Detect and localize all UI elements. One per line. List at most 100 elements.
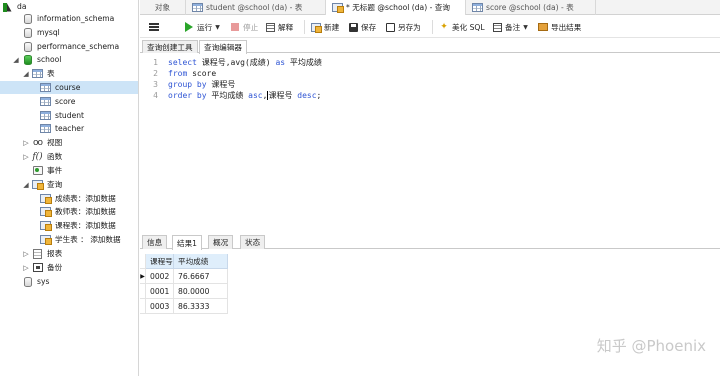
tab-label: 概况 [213,238,229,247]
line-number: 3 [153,80,158,89]
table-cell[interactable]: 0002 [146,269,174,284]
database-icon [22,27,33,38]
tab-label: 对象 [154,3,171,12]
tab-student-table[interactable]: student @school (da) - 表 [186,0,326,15]
tree-events-folder[interactable]: 事件 [0,164,138,177]
tree-query-item[interactable]: 教师表：添加数据 [0,205,138,218]
tree-tables-folder[interactable]: ◢ 表 [0,67,138,80]
tree-label: score [55,97,76,106]
tree-reports-folder[interactable]: ▷ 报表 [0,247,138,260]
table-row[interactable]: ▶ 0002 76.6667 [140,269,228,284]
sparkle-icon: ✦ [440,22,448,32]
tab-label: * 无标题 @school (da) - 查询 [346,3,450,12]
sql-editor[interactable]: 1 select 课程号,avg(成绩) as 平均成绩 2 from score 3 g… [140,54,720,232]
tree-label: course [55,83,81,92]
tab-query-builder[interactable]: 查询创建工具 [142,40,198,53]
tree-db-information-schema[interactable]: information_schema [0,12,138,25]
code-line[interactable]: 3 group by 课程号 [140,79,720,90]
tree-db-performance-schema[interactable]: performance_schema [0,40,138,53]
sql-keyword: desc [297,91,317,100]
table-cell[interactable]: 0003 [146,299,174,314]
column-header[interactable]: 平均成绩 [174,254,228,269]
tree-db-school[interactable]: ◢ school [0,53,138,66]
tab-status[interactable]: 状态 [240,235,266,249]
tree-label: 视图 [47,138,63,147]
database-open-icon [22,54,33,65]
collapsed-arrow-icon[interactable]: ▷ [22,250,30,258]
tree-label: 查询 [47,180,63,189]
tree-label: 学生表 ： 添加数据 [55,235,121,244]
beautify-label: 美化 SQL [452,22,485,32]
tree-query-item[interactable]: 学生表 ： 添加数据 [0,233,138,246]
tab-score-table[interactable]: score @school (da) - 表 [466,0,596,15]
new-button[interactable]: 新建 [311,16,339,38]
expand-arrow-icon[interactable]: ◢ [22,70,30,78]
run-button[interactable]: 运行 ▼ [184,16,220,38]
tab-query-editor[interactable]: 查询编辑器 [199,40,247,54]
table-cell[interactable]: 0001 [146,284,174,299]
expand-arrow-icon[interactable]: ◢ [12,56,20,64]
new-query-icon [311,22,322,33]
notes-label: 备注 [505,22,521,32]
tree-label: performance_schema [37,42,120,51]
table-cell[interactable]: 80.0000 [174,284,228,299]
tree-label: information_schema [37,14,115,23]
stop-label: 停止 [243,22,259,32]
save-as-button[interactable]: 另存为 [385,16,421,38]
tab-label: student @school (da) - 表 [206,3,303,12]
dropdown-arrow-icon[interactable]: ▼ [215,24,220,31]
sql-keyword: asc [248,91,263,100]
query-icon [40,193,52,204]
tab-label: 信息 [147,238,163,247]
beautify-sql-button[interactable]: ✦ 美化 SQL [439,16,485,38]
tree-queries-folder[interactable]: ◢ 查询 [0,178,138,191]
backup-icon [32,262,43,273]
menu-button[interactable] [149,16,162,38]
tree-db-sys[interactable]: sys [0,275,138,288]
dropdown-arrow-icon[interactable]: ▼ [523,24,528,31]
collapsed-arrow-icon[interactable]: ▷ [22,264,30,272]
table-row[interactable]: 0001 80.0000 [140,284,228,299]
table-row[interactable]: 0003 86.3333 [140,299,228,314]
explain-button[interactable]: 解释 [265,16,293,38]
watermark: 知乎 @Phoenix [596,337,706,355]
tree-table-teacher[interactable]: teacher [0,122,138,135]
table-cell[interactable]: 76.6667 [174,269,228,284]
tree-views-folder[interactable]: ▷ oo 视图 [0,136,138,149]
export-results-button[interactable]: 导出结果 [538,16,581,38]
database-icon [22,13,33,24]
sql-text: score [187,69,217,78]
tree-table-score[interactable]: score [0,95,138,108]
notes-button[interactable]: 备注 ▼ [492,16,528,38]
tree-query-item[interactable]: 课程表：添加数据 [0,219,138,232]
save-button[interactable]: 保存 [348,16,376,38]
sql-text: 课程号,avg(成绩) [196,58,276,67]
sql-keyword: from [168,69,188,78]
run-label: 运行 [197,22,213,32]
tree-table-course[interactable]: course [0,81,138,94]
tree-table-student[interactable]: student [0,109,138,122]
tab-objects[interactable]: 对象 [140,0,186,15]
collapsed-arrow-icon[interactable]: ▷ [22,139,30,147]
stop-button[interactable]: 停止 [230,16,258,38]
tab-message[interactable]: 信息 [142,235,168,249]
tab-profile[interactable]: 概况 [208,235,234,249]
table-cell[interactable]: 86.3333 [174,299,228,314]
tree-functions-folder[interactable]: ▷ f() 函数 [0,150,138,163]
tab-result-1[interactable]: 结果1 [172,235,203,250]
code-line[interactable]: 4 order by 平均成绩 asc, 课程号 desc; [140,90,720,101]
sql-keyword: group by [168,80,207,89]
code-line[interactable]: 1 select 课程号,avg(成绩) as 平均成绩 [140,57,720,68]
column-header[interactable]: 课程号 [146,254,174,269]
tab-untitled-query[interactable]: * 无标题 @school (da) - 查询 [326,0,466,15]
database-icon [22,276,33,287]
code-line[interactable]: 2 from score [140,68,720,79]
tree-label: 教师表：添加数据 [55,207,116,216]
tree-backup-folder[interactable]: ▷ 备份 [0,261,138,274]
tree-db-mysql[interactable]: mysql [0,26,138,39]
expand-arrow-icon[interactable]: ◢ [22,181,30,189]
tree-query-item[interactable]: 成绩表：添加数据 [0,192,138,205]
save-icon [348,22,358,32]
tree-label: sys [37,277,50,286]
collapsed-arrow-icon[interactable]: ▷ [22,153,30,161]
